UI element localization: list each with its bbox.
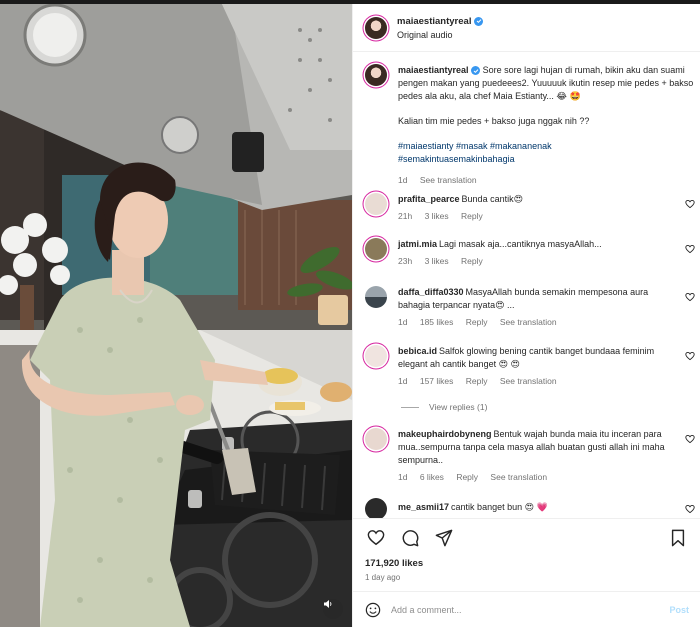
mute-button[interactable]: [323, 599, 343, 619]
comment-item: prafita_pearce Bunda cantik😍 21h 3 likes …: [365, 193, 695, 223]
comment-heart-icon[interactable]: [685, 199, 695, 209]
speaker-icon: [324, 600, 332, 608]
comment-username[interactable]: bebica.id: [398, 346, 437, 356]
comment-time: 1d: [398, 376, 408, 386]
post-header: maiaestiantyreal Original audio: [353, 4, 700, 52]
comment-likes[interactable]: 185 likes: [420, 317, 454, 327]
author-avatar[interactable]: [365, 16, 387, 39]
comment-username[interactable]: makeuphairdobyneng: [398, 429, 492, 439]
post-comment-button[interactable]: Post: [669, 605, 689, 615]
likes-count[interactable]: 171,920 likes: [365, 558, 423, 569]
caption-hashtags[interactable]: #maiaestianty #masak #makananenak: [398, 140, 695, 153]
heart-icon: [367, 530, 385, 546]
caption-time: 1d: [398, 175, 408, 185]
comment-likes[interactable]: 157 likes: [420, 376, 454, 386]
comment-likes[interactable]: 6 likes: [420, 472, 444, 482]
comment-heart-icon[interactable]: [685, 504, 695, 514]
comment-see-translation[interactable]: See translation: [500, 317, 557, 327]
emoji-icon[interactable]: [365, 602, 381, 618]
comment-reply-button[interactable]: Reply: [461, 256, 483, 266]
caption-hashtags-2[interactable]: #semakintuasemakinbahagia: [398, 153, 695, 166]
caption-avatar[interactable]: [365, 64, 387, 86]
comment-button[interactable]: [399, 527, 421, 549]
comment-heart-icon[interactable]: [685, 351, 695, 361]
share-icon: [435, 529, 453, 546]
comment-username[interactable]: daffa_diffa0330: [398, 287, 464, 297]
post-video[interactable]: [0, 0, 352, 627]
comment-text: cantik banget bun 😍 💗: [451, 502, 548, 512]
comment-heart-icon[interactable]: [685, 434, 695, 444]
author-username[interactable]: maiaestiantyreal: [397, 16, 471, 27]
comment-see-translation[interactable]: See translation: [490, 472, 547, 482]
comment-reply-button[interactable]: Reply: [461, 211, 483, 221]
share-button[interactable]: [433, 527, 455, 549]
comment-avatar[interactable]: [365, 286, 387, 308]
comment-time: 21h: [398, 211, 413, 221]
verified-badge-icon: [471, 66, 481, 76]
comment-item: bebica.id Salfok glowing bening cantik ba…: [365, 345, 695, 388]
post-timestamp: 1 day ago: [365, 573, 401, 582]
comment-icon: [402, 529, 419, 546]
comment-composer: Add a comment... Post: [353, 591, 700, 627]
top-bar: [0, 0, 700, 4]
comment-time: 23h: [398, 256, 413, 266]
comment-item: jatmi.mia Lagi masak aja...cantiknya masy…: [365, 238, 695, 268]
comment-see-translation[interactable]: See translation: [500, 376, 557, 386]
post-actions: [353, 518, 700, 556]
view-replies-label: View replies (1): [429, 402, 488, 412]
video-frame-illustration: [0, 0, 352, 627]
comment-avatar[interactable]: [365, 193, 387, 215]
comment-heart-icon[interactable]: [685, 244, 695, 254]
comment-item: makeuphairdobyneng Bentuk wajah bunda mai…: [365, 428, 695, 484]
verified-badge-icon: [474, 16, 484, 26]
caption-see-translation[interactable]: See translation: [420, 175, 477, 185]
like-button[interactable]: [365, 527, 387, 549]
view-replies-button[interactable]: View replies (1): [401, 402, 487, 412]
comment-text: Bunda cantik😍: [461, 194, 523, 204]
caption-username[interactable]: maiaestiantyreal: [398, 65, 469, 75]
comment-reply-button[interactable]: Reply: [466, 317, 488, 327]
comment-text: Lagi masak aja...cantiknya masyaAllah...: [439, 239, 602, 249]
audio-label[interactable]: Original audio: [397, 30, 483, 40]
comment-avatar[interactable]: [365, 345, 387, 367]
instagram-post-viewer: maiaestiantyreal Original audio maiaesti…: [0, 0, 700, 627]
post-details-panel: maiaestiantyreal Original audio maiaesti…: [352, 0, 700, 627]
comment-reply-button[interactable]: Reply: [466, 376, 488, 386]
comment-username[interactable]: jatmi.mia: [398, 239, 437, 249]
comment-time: 1d: [398, 317, 408, 327]
comment-avatar[interactable]: [365, 428, 387, 450]
comment-item: me_asmii17 cantik banget bun 😍 💗: [365, 498, 695, 518]
comment-heart-icon[interactable]: [685, 292, 695, 302]
comment-avatar[interactable]: [365, 238, 387, 260]
replies-divider: [401, 406, 419, 408]
comment-avatar[interactable]: [365, 498, 387, 518]
bookmark-icon: [671, 529, 685, 546]
comment-item: daffa_diffa0330 MasyaAllah bunda semakin …: [365, 286, 695, 329]
caption-question: Kalian tim mie pedes + bakso juga nggak …: [398, 116, 590, 126]
post-caption: maiaestiantyreal Sore sore lagi hujan di…: [365, 64, 695, 187]
comment-reply-button[interactable]: Reply: [456, 472, 478, 482]
comment-likes[interactable]: 3 likes: [425, 211, 449, 221]
save-button[interactable]: [667, 527, 689, 549]
comment-likes[interactable]: 3 likes: [425, 256, 449, 266]
comment-time: 1d: [398, 472, 408, 482]
comment-input[interactable]: Add a comment...: [391, 605, 669, 615]
comment-username[interactable]: me_asmii17: [398, 502, 449, 512]
comment-username[interactable]: prafita_pearce: [398, 194, 460, 204]
